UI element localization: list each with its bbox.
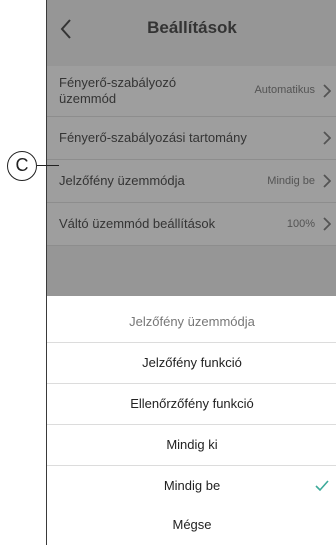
callout-leader-line — [37, 165, 59, 166]
phone-screen: Beállítások Fényerő-szabályozó üzemmód A… — [46, 0, 336, 545]
cancel-button[interactable]: Mégse — [47, 505, 336, 545]
option-label: Mindig be — [163, 478, 221, 493]
checkmark-icon — [315, 480, 329, 492]
option-always-on[interactable]: Mindig be — [47, 466, 336, 506]
option-indicator-function[interactable]: Jelzőfény funkció — [47, 343, 336, 384]
screenshot-canvas: Beállítások Fényerő-szabályozó üzemmód A… — [0, 0, 336, 545]
option-control-light-function[interactable]: Ellenőrzőfény funkció — [47, 384, 336, 425]
action-sheet-title: Jelzőfény üzemmódja — [47, 302, 336, 343]
option-always-off[interactable]: Mindig ki — [47, 425, 336, 466]
callout-marker: C — [7, 151, 37, 181]
action-sheet: Jelzőfény üzemmódja Jelzőfény funkció El… — [47, 296, 336, 545]
